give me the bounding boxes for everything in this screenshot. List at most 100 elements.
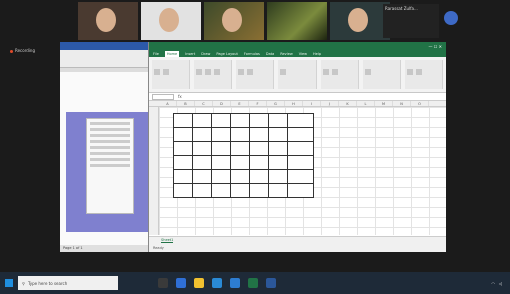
table-cell[interactable]: [249, 155, 269, 170]
table-cell[interactable]: [287, 113, 314, 128]
edge-icon[interactable]: [176, 278, 186, 288]
table-cell[interactable]: [192, 155, 212, 170]
tab-home[interactable]: Home: [164, 51, 180, 57]
row-headers[interactable]: [149, 107, 159, 235]
table-cell[interactable]: [211, 141, 231, 156]
ribbon-group-styles[interactable]: [320, 60, 359, 89]
table-cell[interactable]: [230, 113, 250, 128]
word-icon[interactable]: [266, 278, 276, 288]
column-header[interactable]: F: [249, 101, 267, 106]
file-explorer-icon[interactable]: [194, 278, 204, 288]
italic-icon[interactable]: [205, 69, 212, 75]
document-page[interactable]: [66, 112, 148, 232]
table-cell[interactable]: [173, 113, 193, 128]
table-cell[interactable]: [268, 155, 288, 170]
table-cell[interactable]: [192, 183, 212, 198]
more-participants-button[interactable]: [444, 11, 458, 25]
table-cell[interactable]: [192, 169, 212, 184]
table-cell[interactable]: [211, 169, 231, 184]
document-titlebar[interactable]: [60, 42, 159, 50]
tab-help[interactable]: Help: [313, 51, 321, 57]
table-cell[interactable]: [173, 169, 193, 184]
table-cell[interactable]: [268, 127, 288, 142]
tab-insert[interactable]: Insert: [185, 51, 195, 57]
document-window[interactable]: Page 1 of 1: [60, 42, 160, 252]
autosum-icon[interactable]: [406, 69, 413, 75]
table-cell[interactable]: [211, 155, 231, 170]
sort-filter-icon[interactable]: [415, 69, 422, 75]
tab-view[interactable]: View: [299, 51, 307, 57]
table-cell[interactable]: [173, 127, 193, 142]
bold-icon[interactable]: [196, 69, 203, 75]
participant-tile[interactable]: [204, 2, 264, 40]
align-icon[interactable]: [238, 69, 245, 75]
underline-icon[interactable]: [214, 69, 221, 75]
table-cell[interactable]: [287, 141, 314, 156]
column-header[interactable]: N: [393, 101, 411, 106]
tab-review[interactable]: Review: [280, 51, 293, 57]
ribbon-group-clipboard[interactable]: [152, 60, 191, 89]
conditional-format-icon[interactable]: [322, 69, 329, 75]
table-cell[interactable]: [249, 127, 269, 142]
window-controls-icon[interactable]: — ☐ ✕: [429, 42, 442, 51]
tab-formulas[interactable]: Formulas: [244, 51, 260, 57]
column-header[interactable]: G: [267, 101, 285, 106]
table-cell[interactable]: [192, 127, 212, 142]
column-header[interactable]: E: [231, 101, 249, 106]
wifi-icon[interactable]: ◠: [491, 281, 495, 286]
worksheet-cells[interactable]: [159, 107, 446, 235]
participant-name-tile[interactable]: Rarassat Zulfa...: [383, 4, 439, 38]
task-view-icon[interactable]: [158, 278, 168, 288]
table-cell[interactable]: [230, 141, 250, 156]
column-header[interactable]: A: [159, 101, 177, 106]
paste-icon[interactable]: [154, 69, 160, 75]
ribbon-group-cells[interactable]: [362, 60, 401, 89]
tab-data[interactable]: Data: [266, 51, 274, 57]
tab-file[interactable]: File: [153, 51, 159, 57]
document-ribbon[interactable]: [60, 50, 159, 68]
participant-tile[interactable]: [267, 2, 327, 40]
participant-tile[interactable]: [141, 2, 201, 40]
table-format-icon[interactable]: [331, 69, 338, 75]
column-header[interactable]: J: [321, 101, 339, 106]
column-header[interactable]: O: [411, 101, 429, 106]
table-cell[interactable]: [268, 141, 288, 156]
cut-icon[interactable]: [163, 69, 169, 75]
column-header[interactable]: B: [177, 101, 195, 106]
column-header[interactable]: L: [357, 101, 375, 106]
table-cell[interactable]: [230, 169, 250, 184]
tab-page-layout[interactable]: Page Layout: [216, 51, 237, 57]
table-cell[interactable]: [268, 169, 288, 184]
participant-tile[interactable]: [78, 2, 138, 40]
ribbon-group-font[interactable]: [194, 60, 233, 89]
ribbon-group-number[interactable]: [278, 60, 317, 89]
wrap-text-icon[interactable]: [247, 69, 254, 75]
table-cell[interactable]: [230, 155, 250, 170]
table-cell[interactable]: [211, 127, 231, 142]
column-header[interactable]: K: [339, 101, 357, 106]
column-header[interactable]: D: [213, 101, 231, 106]
document-dialog[interactable]: [86, 118, 134, 214]
column-header[interactable]: C: [195, 101, 213, 106]
table-cell[interactable]: [173, 155, 193, 170]
column-header[interactable]: I: [303, 101, 321, 106]
tab-draw[interactable]: Draw: [201, 51, 210, 57]
table-cell[interactable]: [173, 141, 193, 156]
sheet-tab[interactable]: Sheet1: [161, 238, 174, 243]
table-cell[interactable]: [230, 183, 250, 198]
fx-icon[interactable]: fx: [178, 94, 182, 99]
table-cell[interactable]: [173, 183, 193, 198]
store-icon[interactable]: [212, 278, 222, 288]
table-cell[interactable]: [268, 183, 288, 198]
table-cell[interactable]: [249, 113, 269, 128]
table-cell[interactable]: [192, 113, 212, 128]
bordered-table[interactable]: [173, 113, 314, 198]
name-box[interactable]: [152, 93, 174, 100]
zoom-icon[interactable]: [230, 278, 240, 288]
table-cell[interactable]: [287, 155, 314, 170]
start-button[interactable]: [0, 272, 18, 294]
table-cell[interactable]: [211, 113, 231, 128]
excel-icon[interactable]: [248, 278, 258, 288]
table-cell[interactable]: [268, 113, 288, 128]
table-cell[interactable]: [287, 169, 314, 184]
